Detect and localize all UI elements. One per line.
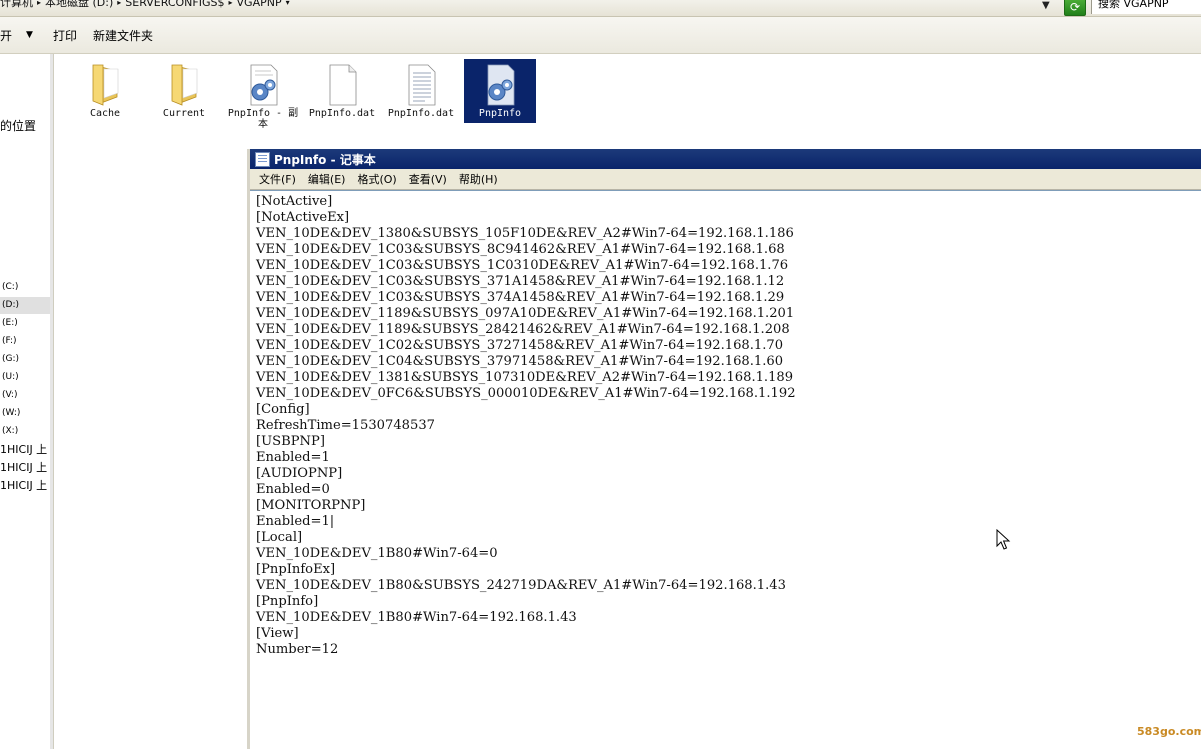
address-bar[interactable]: 计算机 ▸ 本地磁盘 (D:) ▸ SERVERCONFIGS$ ▸ VGAPN… (0, 0, 1201, 17)
notepad-line[interactable]: [Local] (256, 530, 302, 545)
navigation-pane: 的位置 (C:) (D:) (E:) (F:) (G:) (U:) (V:) (… (0, 54, 54, 749)
file-item-pnpinfo-copy[interactable]: PnpInfo - 副本 (227, 59, 299, 130)
file-name: Current (162, 108, 206, 119)
search-input[interactable]: 搜索 VGAPNP (1091, 0, 1201, 14)
notepad-line[interactable]: [PnpInfo] (256, 594, 318, 609)
nav-drive-x[interactable]: (X:) (0, 423, 53, 440)
nav-drive-f[interactable]: (F:) (0, 333, 53, 350)
file-item-pnpinfo-selected[interactable]: PnpInfo (464, 59, 536, 123)
notepad-line[interactable]: VEN_10DE&DEV_1B80#Win7-64=192.168.1.43 (256, 610, 577, 625)
menu-edit[interactable]: 编辑(E) (302, 171, 352, 187)
notepad-line[interactable]: VEN_10DE&DEV_1B80&SUBSYS_242719DA&REV_A1… (256, 578, 786, 593)
notepad-line[interactable]: VEN_10DE&DEV_0FC6&SUBSYS_000010DE&REV_A1… (256, 386, 796, 401)
nav-drive-g[interactable]: (G:) (0, 351, 53, 368)
notepad-line[interactable]: VEN_10DE&DEV_1189&SUBSYS_097A10DE&REV_A1… (256, 306, 794, 321)
nav-network-location[interactable]: 1HICIJ 上 (0, 459, 47, 475)
text-file-icon (408, 64, 436, 106)
notepad-line[interactable]: VEN_10DE&DEV_1B80#Win7-64=0 (256, 546, 498, 561)
nav-network-location[interactable]: 1HICIJ 上 (0, 441, 47, 457)
breadcrumb[interactable]: 计算机 ▸ 本地磁盘 (D:) ▸ SERVERCONFIGS$ ▸ VGAPN… (0, 0, 294, 10)
notepad-title-bar[interactable]: PnpInfo - 记事本 (250, 149, 1201, 169)
folder-icon (171, 64, 198, 106)
nav-drive-v[interactable]: (V:) (0, 387, 53, 404)
notepad-line[interactable]: Number=12 (256, 642, 338, 657)
menu-format[interactable]: 格式(O) (351, 171, 402, 187)
file-item-cache-folder[interactable]: Cache (69, 59, 141, 123)
blank-file-icon (329, 64, 357, 106)
nav-drive-d[interactable]: (D:) (0, 297, 53, 314)
file-name: PnpInfo.dat (387, 108, 455, 119)
nav-drive-w[interactable]: (W:) (0, 405, 53, 422)
notepad-content[interactable]: [NotActive] [NotActiveEx] VEN_10DE&DEV_1… (256, 194, 796, 658)
config-file-icon (487, 64, 515, 106)
notepad-line[interactable]: RefreshTime=1530748537 (256, 418, 435, 433)
config-file-icon (250, 64, 278, 106)
notepad-line[interactable]: VEN_10DE&DEV_1C03&SUBSYS_374A1458&REV_A1… (256, 290, 784, 305)
notepad-line[interactable]: Enabled=1 (256, 450, 330, 465)
new-folder-button[interactable]: 新建文件夹 (85, 27, 161, 44)
nav-drive-c[interactable]: (C:) (0, 279, 53, 296)
file-item-pnpinfo-dat-text[interactable]: PnpInfo.dat (385, 59, 457, 123)
mouse-pointer-icon (996, 529, 1011, 550)
notepad-line[interactable]: [USBPNP] (256, 434, 325, 449)
notepad-line[interactable]: VEN_10DE&DEV_1189&SUBSYS_28421462&REV_A1… (256, 322, 790, 337)
notepad-line[interactable]: VEN_10DE&DEV_1C02&SUBSYS_37271458&REV_A1… (256, 338, 783, 353)
breadcrumb-computer[interactable]: 计算机 (0, 0, 33, 10)
watermark: 583go.com (1137, 725, 1201, 738)
folder-icon (92, 64, 119, 106)
notepad-line[interactable]: VEN_10DE&DEV_1C04&SUBSYS_37971458&REV_A1… (256, 354, 783, 369)
file-item-pnpinfo-dat-blank[interactable]: PnpInfo.dat (306, 59, 378, 123)
notepad-line[interactable]: [PnpInfoEx] (256, 562, 335, 577)
open-button[interactable]: 开 (0, 27, 20, 44)
notepad-line[interactable]: VEN_10DE&DEV_1C03&SUBSYS_8C941462&REV_A1… (256, 242, 785, 257)
notepad-icon (255, 151, 270, 167)
notepad-line[interactable]: [NotActive] (256, 194, 332, 209)
notepad-line[interactable]: Enabled=0 (256, 482, 330, 497)
nav-location-label[interactable]: 的位置 (0, 117, 36, 134)
notepad-window[interactable]: PnpInfo - 记事本 文件(F) 编辑(E) 格式(O) 查看(V) 帮助… (247, 149, 1201, 750)
menu-file[interactable]: 文件(F) (250, 171, 302, 187)
notepad-line[interactable]: [AUDIOPNP] (256, 466, 342, 481)
file-name: PnpInfo.dat (308, 108, 376, 119)
notepad-line[interactable]: VEN_10DE&DEV_1381&SUBSYS_107310DE&REV_A2… (256, 370, 793, 385)
chevron-right-icon[interactable]: ▸ (229, 0, 233, 7)
notepad-line[interactable]: [MONITORPNP] (256, 498, 365, 513)
chevron-right-icon[interactable]: ▸ (117, 0, 121, 7)
file-name: Cache (89, 108, 121, 119)
print-button[interactable]: 打印 (45, 27, 85, 44)
file-item-current-folder[interactable]: Current (148, 59, 220, 123)
nav-network-location[interactable]: 1HICIJ 上 (0, 477, 47, 493)
chevron-down-icon[interactable]: ▾ (286, 0, 290, 7)
notepad-line[interactable]: [View] (256, 626, 299, 641)
nav-pane-divider[interactable] (50, 54, 53, 749)
notepad-line[interactable]: VEN_10DE&DEV_1C03&SUBSYS_371A1458&REV_A1… (256, 274, 784, 289)
notepad-line[interactable]: [Config] (256, 402, 310, 417)
notepad-menubar: 文件(F) 编辑(E) 格式(O) 查看(V) 帮助(H) (250, 169, 1201, 190)
menu-view[interactable]: 查看(V) (403, 171, 453, 187)
file-name: PnpInfo (478, 108, 522, 119)
notepad-line[interactable]: VEN_10DE&DEV_1380&SUBSYS_105F10DE&REV_A2… (256, 226, 794, 241)
notepad-line[interactable]: [NotActiveEx] (256, 210, 349, 225)
menu-help[interactable]: 帮助(H) (453, 171, 504, 187)
breadcrumb-serverconfigs[interactable]: SERVERCONFIGS$ (125, 0, 224, 9)
breadcrumb-vgapnp[interactable]: VGAPNP (237, 0, 282, 9)
refresh-icon: ⟳ (1069, 0, 1081, 14)
address-history-dropdown-icon[interactable]: ▼ (1042, 0, 1050, 11)
file-name: PnpInfo - 副本 (227, 108, 299, 130)
notepad-line[interactable]: Enabled=1| (256, 514, 334, 529)
nav-drive-e[interactable]: (E:) (0, 315, 53, 332)
notepad-text-area[interactable]: [NotActive] [NotActiveEx] VEN_10DE&DEV_1… (250, 190, 1201, 750)
refresh-button[interactable]: ⟳ (1064, 0, 1086, 16)
chevron-down-icon[interactable]: ▼ (20, 30, 45, 40)
window-title: PnpInfo - 记事本 (274, 152, 376, 167)
breadcrumb-drive-d[interactable]: 本地磁盘 (D:) (45, 0, 113, 10)
chevron-right-icon[interactable]: ▸ (37, 0, 41, 7)
command-toolbar: 开 ▼ 打印 新建文件夹 (0, 17, 1201, 54)
notepad-line[interactable]: VEN_10DE&DEV_1C03&SUBSYS_1C0310DE&REV_A1… (256, 258, 788, 273)
nav-drive-u[interactable]: (U:) (0, 369, 53, 386)
